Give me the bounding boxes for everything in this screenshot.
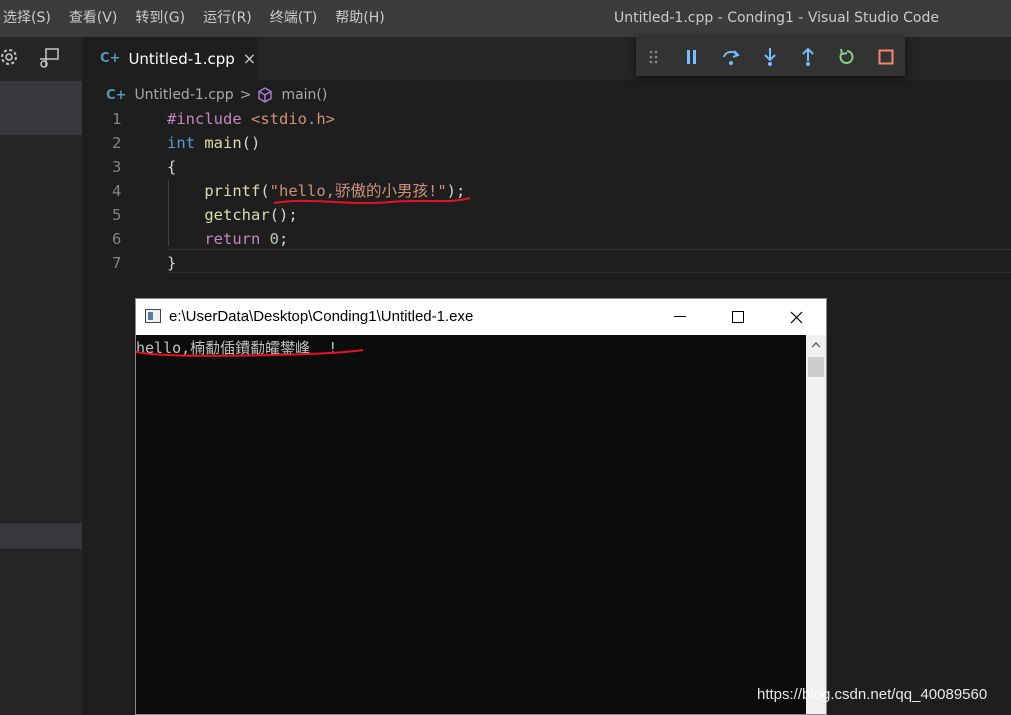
cube-icon xyxy=(257,87,273,103)
code-token: { xyxy=(167,158,177,176)
sidebar-selected-item[interactable] xyxy=(0,81,82,135)
code-line[interactable]: 2 int main() xyxy=(82,131,1011,155)
breadcrumb: C+ Untitled-1.cpp > main() xyxy=(106,84,327,106)
code-token: int xyxy=(167,134,195,152)
code-line[interactable]: 1 #include <stdio.h> xyxy=(82,107,1011,131)
step-into-icon[interactable] xyxy=(750,37,789,76)
code-text: #include <stdio.h> xyxy=(167,107,335,131)
sidebar xyxy=(0,37,82,715)
step-over-icon[interactable] xyxy=(711,37,750,76)
menu-help[interactable]: 帮助(H) xyxy=(326,0,393,37)
tab-untitled-1-cpp[interactable]: C+ Untitled-1.cpp × xyxy=(82,37,257,80)
code-line[interactable]: 6 return 0; xyxy=(82,227,1011,251)
maximize-icon[interactable] xyxy=(709,299,767,335)
code-token: printf xyxy=(204,182,261,200)
code-token: #include xyxy=(167,110,251,128)
line-number: 1 xyxy=(112,110,122,128)
console-window: e:\UserData\Desktop\Conding1\Untitled-1.… xyxy=(135,298,827,715)
sidebar-header xyxy=(0,37,82,80)
code-editor[interactable]: 1 #include <stdio.h> 2 int main() 3{4 printf… xyxy=(82,107,1011,287)
code-token: (); xyxy=(269,206,298,224)
restart-icon[interactable] xyxy=(828,37,867,76)
debug-toolbar xyxy=(636,37,905,76)
drag-handle-icon[interactable] xyxy=(636,37,673,76)
console-app-icon xyxy=(145,309,161,323)
code-line[interactable]: 7} xyxy=(82,251,1011,275)
code-text: int main() xyxy=(167,131,260,155)
scroll-thumb[interactable] xyxy=(808,357,824,377)
sidebar-selected-item[interactable] xyxy=(0,523,82,549)
breadcrumb-file[interactable]: Untitled-1.cpp xyxy=(134,87,233,103)
pause-icon[interactable] xyxy=(673,37,712,76)
line-number: 5 xyxy=(112,206,122,224)
code-token: 0 xyxy=(269,230,280,248)
code-text: } xyxy=(167,251,176,275)
line-number: 6 xyxy=(112,230,122,248)
line-number: 2 xyxy=(112,134,122,152)
code-token: "hello,骄傲的小男孩!" xyxy=(269,182,447,200)
code-text: getchar(); xyxy=(167,203,298,227)
code-token: getchar xyxy=(204,206,270,224)
tab-label: Untitled-1.cpp xyxy=(128,49,235,68)
close-icon[interactable] xyxy=(767,299,825,335)
cpp-file-icon: C+ xyxy=(100,51,121,66)
window-title: Untitled-1.cpp - Conding1 - Visual Studi… xyxy=(614,10,939,26)
code-token: return xyxy=(204,230,261,248)
breadcrumb-symbol[interactable]: main() xyxy=(281,87,327,103)
menu-go[interactable]: 转到(G) xyxy=(126,0,194,37)
gear-icon[interactable] xyxy=(0,47,22,69)
code-token: main xyxy=(204,134,242,152)
code-token: <stdio.h> xyxy=(251,110,335,128)
step-out-icon[interactable] xyxy=(789,37,828,76)
code-line[interactable]: 5 getchar(); xyxy=(82,203,1011,227)
code-text: { xyxy=(167,155,176,179)
code-token: () xyxy=(241,134,261,152)
code-line[interactable]: 4 printf("hello,骄傲的小男孩!"); xyxy=(82,179,1011,203)
stop-icon[interactable] xyxy=(866,37,905,76)
line-number: 7 xyxy=(112,254,122,272)
menu-selection[interactable]: 选择(S) xyxy=(0,0,60,37)
code-token: ); xyxy=(446,182,466,200)
menu-terminal[interactable]: 终端(T) xyxy=(261,0,326,37)
console-output: hello,楠勫偛鐨勫皬鐢峰 ! xyxy=(136,339,338,357)
code-token: ( xyxy=(260,182,270,200)
remote-explorer-icon[interactable] xyxy=(38,47,60,69)
console-title: e:\UserData\Desktop\Conding1\Untitled-1.… xyxy=(169,308,474,325)
code-token: ; xyxy=(279,230,289,248)
close-icon[interactable]: × xyxy=(243,49,256,68)
cpp-file-icon: C+ xyxy=(106,87,127,103)
watermark: https://blog.csdn.net/qq_40089560 xyxy=(757,686,988,703)
code-token: } xyxy=(167,254,177,272)
console-scrollbar[interactable] xyxy=(806,335,826,714)
title-bar: 选择(S) 查看(V) 转到(G) 运行(R) 终端(T) 帮助(H) Unti… xyxy=(0,0,1011,37)
line-number: 4 xyxy=(112,182,122,200)
console-title-bar[interactable]: e:\UserData\Desktop\Conding1\Untitled-1.… xyxy=(136,299,826,335)
minimize-icon[interactable] xyxy=(651,299,709,335)
line-number: 3 xyxy=(112,158,122,176)
menu-view[interactable]: 查看(V) xyxy=(60,0,127,37)
chevron-right-icon: > xyxy=(239,87,252,103)
code-line[interactable]: 3{ xyxy=(82,155,1011,179)
code-text: printf("hello,骄傲的小男孩!"); xyxy=(167,179,465,203)
code-text: return 0; xyxy=(167,227,288,251)
menu-run[interactable]: 运行(R) xyxy=(194,0,261,37)
scroll-up-arrow-icon[interactable] xyxy=(806,335,826,355)
